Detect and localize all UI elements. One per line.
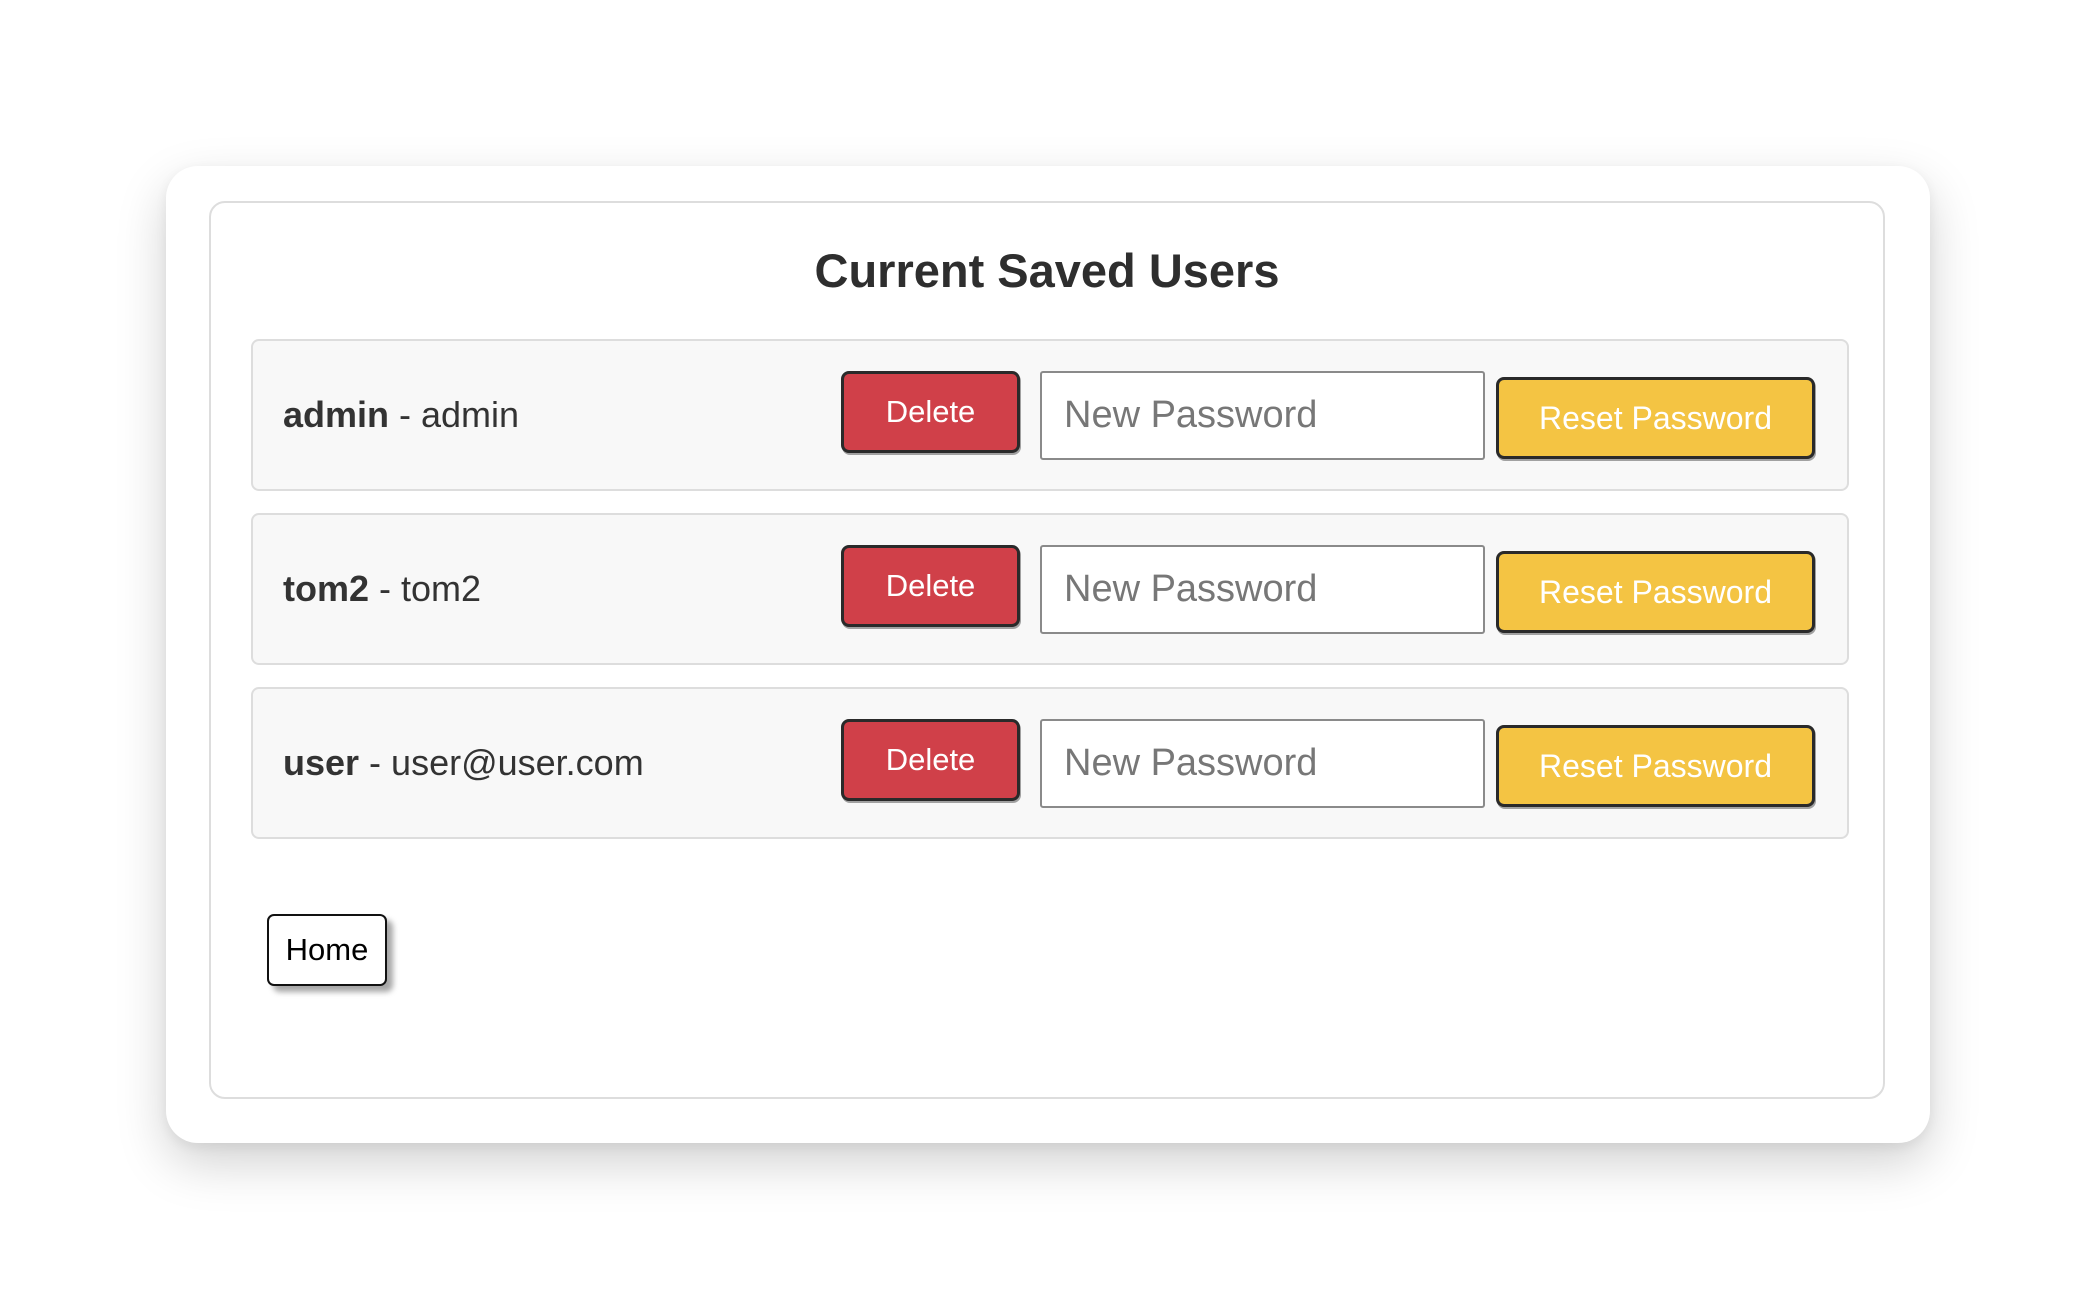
user-row: user - user@user.com Delete Reset Passwo… [251, 687, 1849, 839]
user-email: admin [421, 394, 520, 435]
user-separator: - [369, 568, 402, 609]
reset-password-button[interactable]: Reset Password [1496, 725, 1815, 807]
user-name: admin [283, 394, 390, 435]
user-separator: - [359, 742, 392, 783]
new-password-input[interactable] [1040, 719, 1485, 808]
users-panel: Current Saved Users admin - admin Delete… [209, 201, 1885, 1099]
page-title: Current Saved Users [814, 244, 1280, 297]
user-email: tom2 [401, 568, 482, 609]
delete-button[interactable]: Delete [841, 719, 1020, 801]
user-separator: - [389, 394, 422, 435]
user-email: user@user.com [391, 742, 644, 783]
new-password-input[interactable] [1040, 371, 1485, 460]
new-password-input[interactable] [1040, 545, 1485, 634]
user-row: tom2 - tom2 Delete Reset Password [251, 513, 1849, 665]
user-name: user [283, 742, 360, 783]
delete-button[interactable]: Delete [841, 545, 1020, 627]
outer-card: Current Saved Users admin - admin Delete… [166, 166, 1930, 1143]
user-label: user - user@user.com [283, 689, 644, 837]
user-label: tom2 - tom2 [283, 515, 481, 663]
user-name: tom2 [283, 568, 370, 609]
reset-password-button[interactable]: Reset Password [1496, 377, 1815, 459]
user-label: admin - admin [283, 341, 519, 489]
reset-password-button[interactable]: Reset Password [1496, 551, 1815, 633]
delete-button[interactable]: Delete [841, 371, 1020, 453]
user-row: admin - admin Delete Reset Password [251, 339, 1849, 491]
home-button[interactable]: Home [267, 914, 387, 986]
